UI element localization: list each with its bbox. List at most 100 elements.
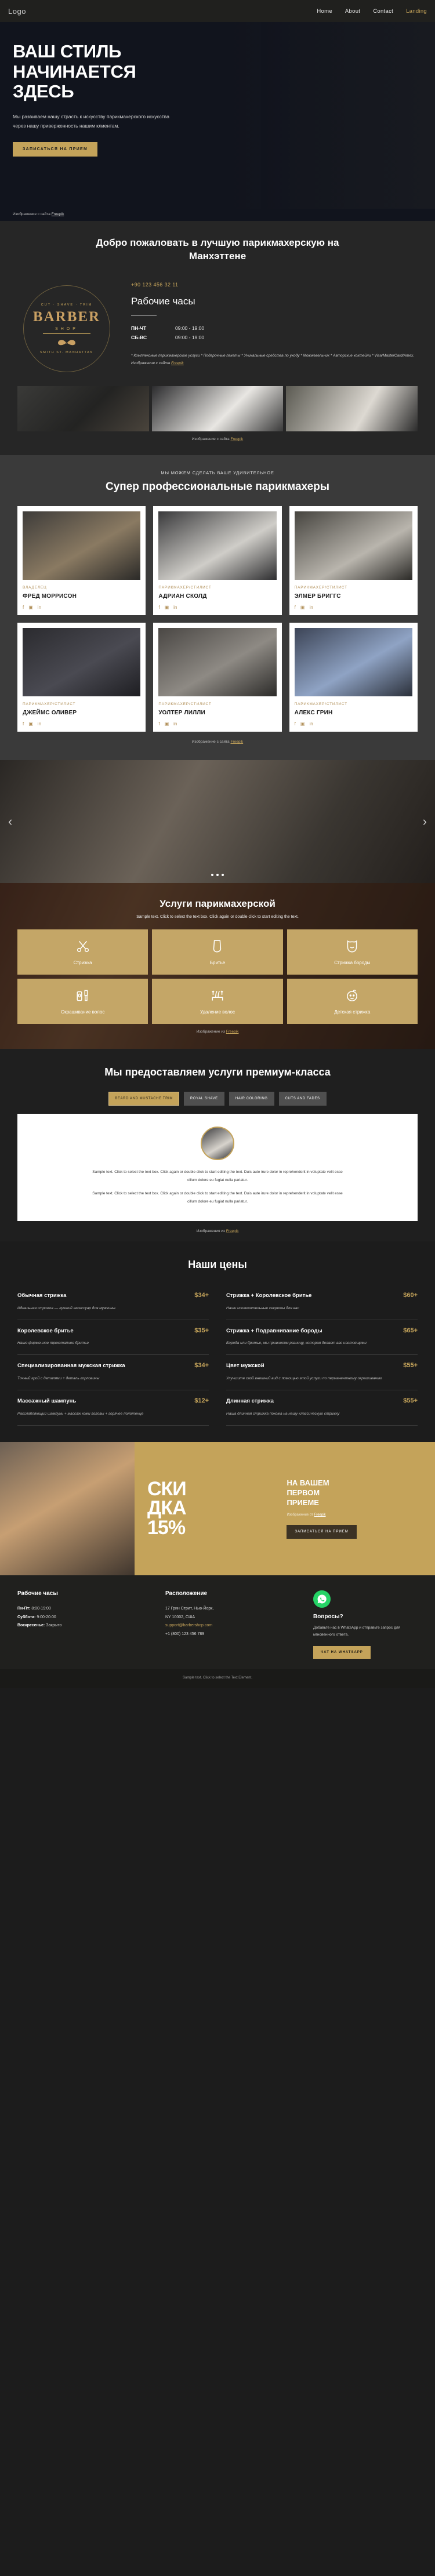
team-member-name: ЭЛМЕР БРИГГС [294, 593, 341, 600]
price-value: $55+ [403, 1362, 418, 1369]
premium-credit-link[interactable]: Freepik [226, 1229, 239, 1233]
nav-link-home[interactable]: Home [317, 8, 332, 14]
facebook-icon[interactable]: f [295, 721, 296, 726]
prices-section: Наши цены Обычная стрижка $34+ Идеальная… [0, 1241, 435, 1443]
instagram-icon[interactable]: ▣ [300, 721, 305, 726]
slider-dot[interactable] [222, 873, 224, 876]
instagram-icon[interactable]: ▣ [165, 721, 169, 726]
hero-credit-link[interactable]: Freepik [52, 212, 64, 216]
price-value: $34+ [194, 1291, 209, 1299]
footer-hours-value: 8:00-19:00 [31, 1607, 51, 1611]
instagram-icon[interactable]: ▣ [28, 721, 33, 726]
service-tile-kids-haircut[interactable]: Детская стрижка [287, 978, 418, 1024]
price-item: Длинная стрижка $55+ Наша длинная стрижк… [226, 1390, 418, 1426]
instagram-icon[interactable]: ▣ [165, 605, 169, 610]
fineprint-link[interactable]: Freepik [171, 361, 184, 365]
team-member-photo [158, 627, 277, 696]
footer-hours-line: Суббота: 9:00-20:00 [17, 1614, 153, 1622]
team-card[interactable]: ПАРИКМАХЕР/СТИЛИСТ АДРИАН СКОЛД f ▣ in [153, 506, 282, 615]
facebook-icon[interactable]: f [158, 721, 160, 726]
photo-slider[interactable]: ‹ › [0, 760, 435, 883]
service-tile-hair-removal[interactable]: Удаление волос [152, 978, 283, 1024]
slider-dot[interactable] [211, 873, 213, 876]
service-tile-beard-trim[interactable]: Стрижка бороды [287, 929, 418, 975]
promo-credit-link[interactable]: Freepik [314, 1513, 326, 1517]
price-item: Стрижка + Подравнивание бороды $65+ Боро… [226, 1320, 418, 1356]
tab-hair-coloring[interactable]: HAIR COLORING [229, 1092, 274, 1106]
top-navigation: Logo Home About Contact Landing [0, 0, 435, 22]
facebook-icon[interactable]: f [23, 721, 24, 726]
price-name: Специализированная мужская стрижка [17, 1363, 125, 1369]
footer-hours-line: Воскресенье: Закрыто [17, 1622, 153, 1630]
nav-link-landing[interactable]: Landing [406, 8, 427, 14]
footer-email[interactable]: support@barbershop.com [165, 1622, 300, 1630]
promo-cta-button[interactable]: ЗАПИСАТЬСЯ НА ПРИЕМ [287, 1525, 357, 1539]
services-grid: Стрижка Бритье Стрижка бороды Окрашивани… [0, 919, 435, 1024]
service-tile-hair-coloring[interactable]: Окрашивание волос [17, 978, 148, 1024]
tab-beard-and-mustache-trim[interactable]: BEARD AND MUSTACHE TRIM [108, 1092, 179, 1106]
price-description: Борода или бритье, мы привносим разницу,… [226, 1341, 367, 1346]
razor-icon [210, 939, 225, 955]
linkedin-icon[interactable]: in [309, 605, 313, 610]
promo-head-line3: ПРИЕМЕ [287, 1498, 319, 1507]
team-card[interactable]: ПАРИКМАХЕР/СТИЛИСТ ЭЛМЕР БРИГГС f ▣ in [289, 506, 418, 615]
hero-cta-button[interactable]: ЗАПИСАТЬСЯ НА ПРИЕМ [13, 142, 98, 157]
linkedin-icon[interactable]: in [38, 721, 41, 726]
tab-cuts-and-fades[interactable]: CUTS AND FADES [278, 1092, 327, 1106]
tab-royal-shave[interactable]: ROYAL SHAVE [183, 1092, 224, 1106]
nav-link-about[interactable]: About [345, 8, 360, 14]
team-card[interactable]: ПАРИКМАХЕР/СТИЛИСТ ДЖЕЙМС ОЛИВЕР f ▣ in [17, 622, 146, 732]
price-name: Стрижка + Подравнивание бороды [226, 1327, 322, 1334]
whatsapp-icon[interactable] [313, 1590, 331, 1608]
nav-link-contact[interactable]: Contact [373, 8, 393, 14]
team-member-role: ПАРИКМАХЕР/СТИЛИСТ [294, 585, 347, 590]
promo-discount-line3: 15% [147, 1516, 186, 1539]
footer-hours-label: Суббота: [17, 1615, 36, 1619]
premium-credit-text: Изображения из [196, 1229, 226, 1233]
logo-shop-text: SHOP [55, 326, 78, 331]
team-card[interactable]: ВЛАДЕЛЕЦ ФРЕД МОРРИСОН f ▣ in [17, 506, 146, 615]
slider-prev-arrow-icon[interactable]: ‹ [3, 809, 17, 834]
linkedin-icon[interactable]: in [309, 721, 313, 726]
slider-dots[interactable] [211, 873, 224, 876]
footer-location-column: Расположение 17 Грин Стрит, Нью-Йорк, NY… [165, 1590, 300, 1659]
team-member-name: АЛЕКС ГРИН [294, 709, 333, 716]
gallery-image-1 [17, 386, 149, 431]
team-grid: ВЛАДЕЛЕЦ ФРЕД МОРРИСОН f ▣ in ПАРИКМАХЕР… [0, 493, 435, 732]
gallery-credit-link[interactable]: Freepik [230, 437, 243, 441]
team-credit-text: Изображение с сайта [191, 739, 231, 744]
team-card[interactable]: ПАРИКМАХЕР/СТИЛИСТ УОЛТЕР ЛИЛЛИ f ▣ in [153, 622, 282, 732]
service-tile-haircut[interactable]: Стрижка [17, 929, 148, 975]
hero-credit-text: Изображение с сайта [13, 212, 52, 216]
service-tile-shave[interactable]: Бритье [152, 929, 283, 975]
footer-email-link[interactable]: support@barbershop.com [165, 1623, 212, 1627]
facebook-icon[interactable]: f [158, 605, 160, 610]
promo-discount-line2: ДКА [147, 1497, 187, 1520]
services-credit-link[interactable]: Freepik [226, 1030, 239, 1034]
scissors-icon [75, 939, 90, 955]
linkedin-icon[interactable]: in [173, 721, 177, 726]
team-card[interactable]: ПАРИКМАХЕР/СТИЛИСТ АЛЕКС ГРИН f ▣ in [289, 622, 418, 732]
slider-next-arrow-icon[interactable]: › [418, 809, 432, 834]
promo-head-line2: ПЕРВОМ [287, 1488, 320, 1497]
avatar [201, 1127, 234, 1161]
facebook-icon[interactable]: f [23, 605, 24, 610]
shop-phone[interactable]: +90 123 456 32 11 [131, 282, 418, 288]
team-credit-link[interactable]: Freepik [230, 740, 243, 744]
team-member-name: ДЖЕЙМС ОЛИВЕР [23, 709, 77, 716]
team-member-name: АДРИАН СКОЛД [158, 593, 207, 600]
team-member-socials: f ▣ in [295, 721, 412, 726]
slider-dot[interactable] [216, 873, 219, 876]
site-logo[interactable]: Logo [8, 7, 26, 16]
price-name: Цвет мужской [226, 1363, 264, 1369]
team-member-socials: f ▣ in [158, 605, 276, 610]
instagram-icon[interactable]: ▣ [300, 605, 305, 610]
footer-phone[interactable]: +1 (800) 123 456 789 [165, 1630, 300, 1639]
linkedin-icon[interactable]: in [173, 605, 177, 610]
whatsapp-chat-button[interactable]: ЧАТ НА WHATSAPP [313, 1645, 371, 1659]
linkedin-icon[interactable]: in [38, 605, 41, 610]
facebook-icon[interactable]: f [295, 605, 296, 610]
instagram-icon[interactable]: ▣ [28, 605, 33, 610]
price-item: Стрижка + Королевское бритье $60+ Наши и… [226, 1285, 418, 1320]
premium-tabs: BEARD AND MUSTACHE TRIM ROYAL SHAVE HAIR… [0, 1092, 435, 1106]
